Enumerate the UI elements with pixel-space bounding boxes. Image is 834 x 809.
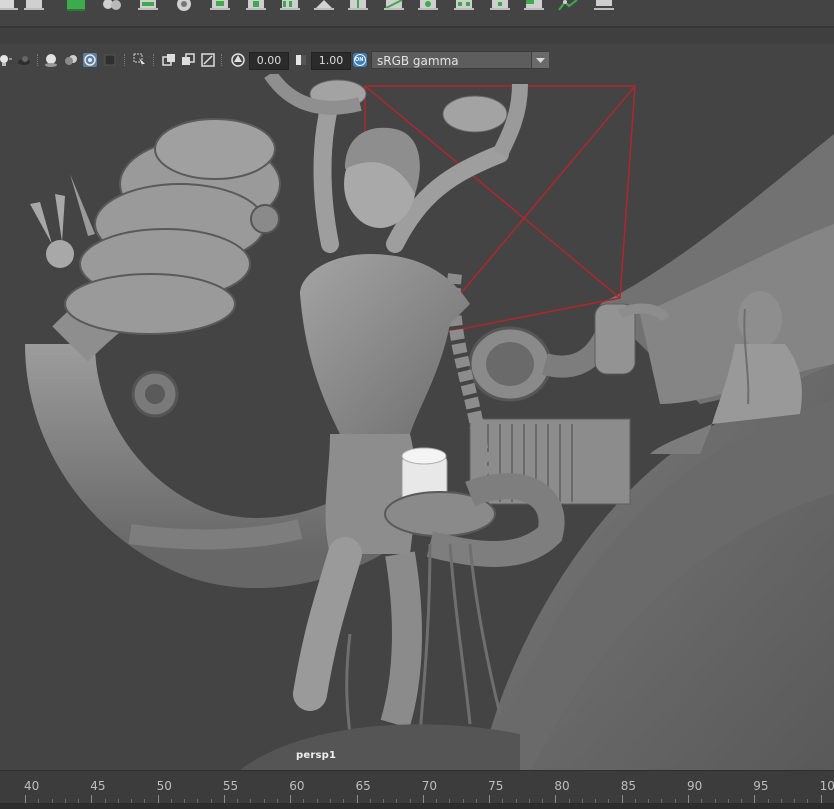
multi-cut-icon[interactable] — [382, 0, 406, 12]
color-space-select[interactable]: sRGB gamma — [371, 51, 549, 69]
collapse-icon[interactable] — [488, 0, 512, 12]
shadows-icon[interactable] — [17, 53, 31, 67]
polygon-cube-icon[interactable] — [172, 0, 196, 12]
time-tick-label: 40 — [24, 779, 40, 793]
toolbar-separator — [153, 54, 156, 66]
shelf-divider — [0, 14, 834, 28]
time-tick-label: 90 — [687, 779, 703, 793]
toolbar-separator — [221, 54, 224, 66]
xray-icon[interactable] — [162, 53, 176, 67]
time-tick-label: 50 — [156, 779, 172, 793]
xray-joints-icon[interactable] — [181, 53, 195, 67]
smooth-mesh-icon[interactable] — [64, 0, 88, 12]
color-management-badge: ON — [355, 57, 364, 63]
scene-render — [25, 74, 834, 770]
time-tick-label: 95 — [753, 779, 769, 793]
time-tick-major — [223, 795, 225, 803]
time-tick-label: 55 — [222, 779, 239, 793]
time-tick-major — [91, 795, 93, 803]
time-tick-major — [356, 795, 358, 803]
combine-icon[interactable] — [100, 0, 124, 12]
shelf-toolbar — [0, 0, 834, 15]
time-tick-label: 45 — [90, 779, 106, 793]
extrude-icon[interactable] — [136, 0, 160, 12]
insert-edge-loop-icon[interactable] — [346, 0, 370, 12]
time-tick-major — [489, 795, 491, 803]
camera-label: persp1 — [296, 750, 337, 761]
time-tick-label: 75 — [488, 779, 504, 793]
panel-menu-bar — [0, 28, 834, 44]
time-tick-label: 60 — [289, 779, 305, 793]
time-tick-major — [422, 795, 424, 803]
color-space-value: sRGB gamma — [377, 54, 459, 68]
isolate-select-icon[interactable] — [133, 53, 147, 67]
chevron-down-icon[interactable] — [531, 52, 549, 68]
toolbar-separator — [37, 54, 40, 66]
time-slider-track — [0, 803, 834, 809]
time-tick-label: 65 — [355, 779, 371, 793]
toolbar-separator — [124, 54, 127, 66]
time-tick-major — [157, 795, 159, 803]
time-tick-major — [688, 795, 689, 803]
panel-toolbar: 0.00 1.00 ON sRGB gamma — [0, 44, 834, 74]
append-icon[interactable] — [278, 0, 302, 12]
ambient-occlusion-icon[interactable] — [44, 53, 58, 67]
time-tick-label: 10 — [819, 779, 834, 793]
backface-culling-icon[interactable] — [201, 53, 215, 67]
time-tick-label: 80 — [554, 779, 570, 793]
time-slider[interactable]: 40 45 50 55 60 65 70 75 80 85 90 95 10 — [0, 770, 834, 809]
depth-of-field-icon[interactable] — [103, 53, 117, 67]
time-tick-major — [290, 795, 292, 803]
exposure-icon[interactable] — [231, 53, 245, 67]
time-tick-label: 85 — [620, 779, 636, 793]
uv-editor-icon[interactable] — [522, 0, 546, 12]
target-weld-icon[interactable] — [452, 0, 476, 12]
exposure-field[interactable]: 0.00 — [249, 52, 289, 70]
polygon-grid-icon[interactable] — [592, 0, 616, 12]
light-bulb-icon[interactable] — [0, 53, 12, 67]
time-tick-major — [820, 795, 822, 803]
merge-icon[interactable] — [416, 0, 440, 12]
base-rock — [240, 724, 520, 770]
anti-aliasing-icon[interactable] — [83, 53, 97, 67]
gamma-icon[interactable] — [294, 53, 308, 67]
time-tick-major — [621, 795, 623, 803]
time-tick-major — [25, 795, 26, 803]
polygon-grid-icon[interactable] — [22, 0, 46, 12]
polygon-sphere-icon[interactable] — [0, 0, 20, 12]
bevel-icon[interactable] — [208, 0, 232, 12]
fill-hole-icon[interactable] — [312, 0, 336, 12]
time-tick-label: 70 — [421, 779, 438, 793]
time-tick-major — [754, 795, 756, 803]
bridge-icon[interactable] — [244, 0, 268, 12]
gamma-field[interactable]: 1.00 — [311, 52, 351, 70]
motion-blur-icon[interactable] — [64, 53, 78, 67]
uv-layout-icon[interactable] — [556, 0, 580, 12]
perspective-viewport[interactable]: persp1 — [0, 74, 834, 770]
time-tick-major — [555, 795, 557, 803]
